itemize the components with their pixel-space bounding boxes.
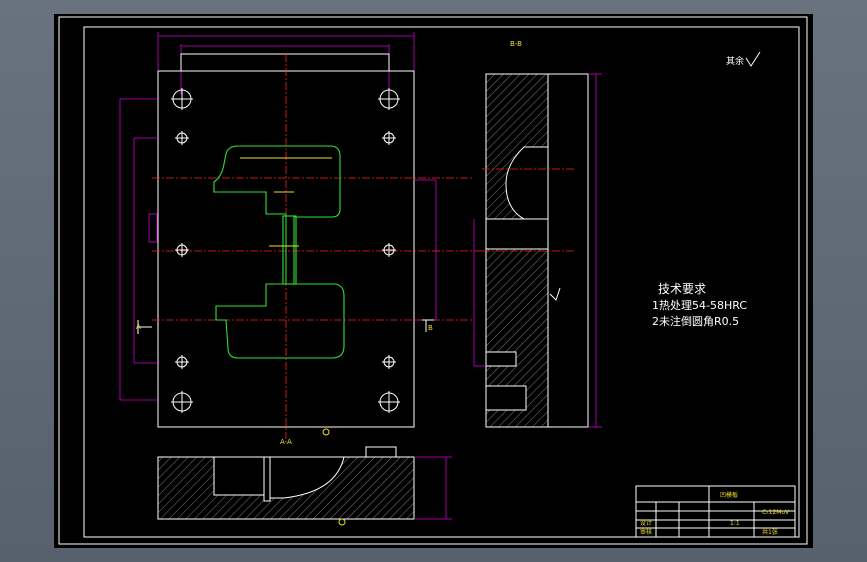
material: Cr12MoV — [762, 509, 790, 516]
tech-requirements: 技术要求 1热处理54-58HRC 2未注倒圆角R0.5 — [652, 282, 747, 328]
title-block: 凹模板 Cr12MoV 1:1 共1张 设计 审核 — [635, 485, 796, 538]
section-label-bb: B-B — [510, 40, 522, 48]
section-mark-right: B — [428, 324, 433, 332]
drawing-canvas[interactable]: A B B-B A-A 其余 技术要求 1热处理54-58HRC 2未注倒圆角R… — [54, 14, 813, 548]
tech-req-line1: 1热处理54-58HRC — [652, 299, 747, 312]
roughness-text: 其余 — [726, 55, 744, 67]
sheet: 共1张 — [762, 528, 778, 536]
tech-req-line2: 2未注倒圆角R0.5 — [652, 314, 739, 328]
checker-label: 审核 — [640, 528, 652, 536]
designer-label: 设计 — [640, 519, 652, 527]
cad-viewport: A B B-B A-A 其余 技术要求 1热处理54-58HRC 2未注倒圆角R… — [0, 0, 867, 562]
roughness-note: 其余 — [726, 51, 761, 67]
top-view: A B — [119, 32, 484, 439]
side-section: B-B — [473, 40, 602, 428]
scale: 1:1 — [730, 520, 740, 527]
part-name: 凹模板 — [720, 491, 738, 499]
bottom-section: A-A — [157, 438, 452, 526]
section-mark-left: A — [136, 323, 141, 331]
tech-req-title: 技术要求 — [658, 282, 706, 296]
section-label-aa: A-A — [280, 438, 292, 446]
drawing-svg: A B B-B A-A 其余 技术要求 1热处理54-58HRC 2未注倒圆角R… — [58, 16, 808, 545]
